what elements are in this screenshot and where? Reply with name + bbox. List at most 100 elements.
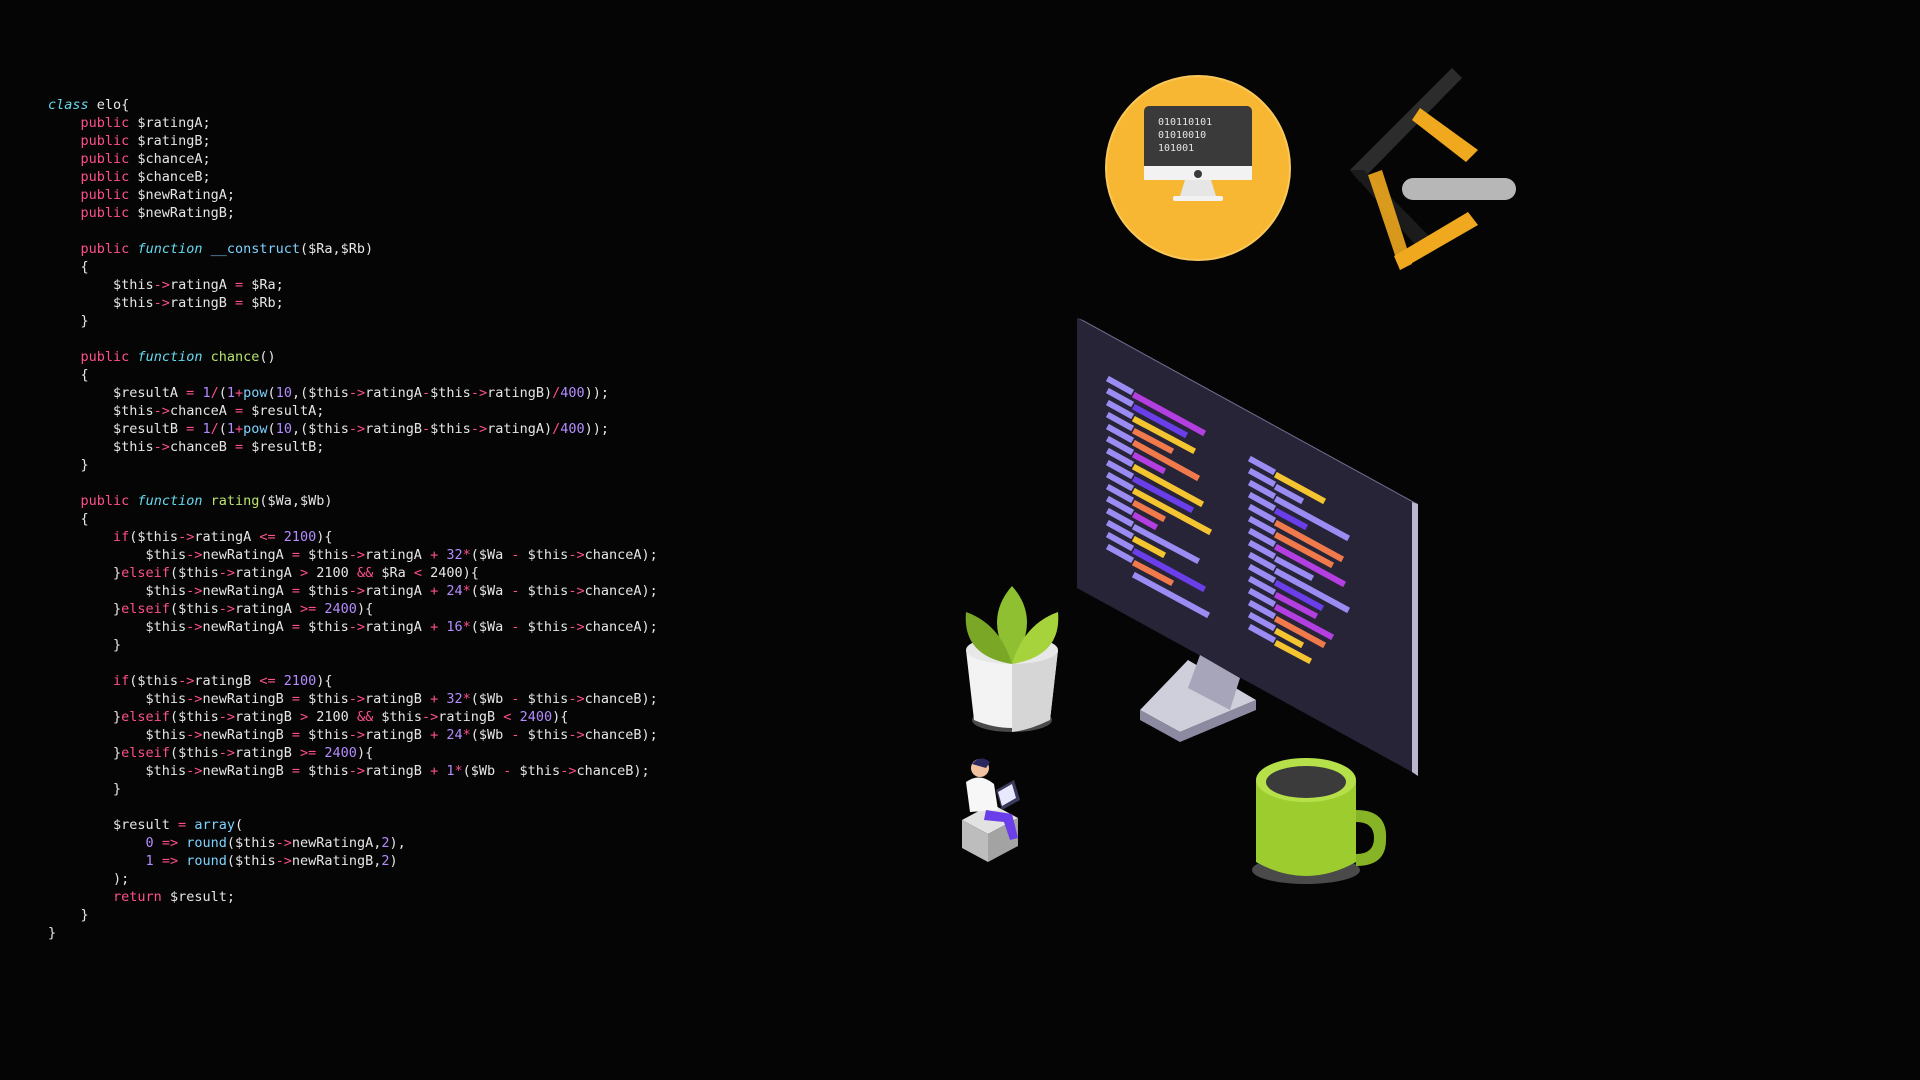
code-token: ){	[356, 745, 374, 761]
code-line: {	[48, 510, 658, 528]
code-token: ->	[560, 763, 577, 779]
code-token: ->	[186, 763, 203, 779]
code-line: {	[48, 258, 658, 276]
code-token: ratingA	[365, 547, 431, 563]
code-token: ($this	[169, 601, 219, 617]
code-token: (	[267, 421, 276, 437]
code-token: ($this	[226, 853, 276, 869]
code-token: ->	[348, 385, 366, 401]
code-token: function	[137, 349, 203, 365]
code-token: ->	[348, 421, 366, 437]
code-token: chanceA);	[584, 547, 658, 563]
code-token: ->	[218, 601, 235, 617]
code-token: $this	[48, 439, 154, 455]
code-token: =	[234, 277, 244, 293]
code-token: {	[48, 259, 89, 275]
code-token: round	[186, 835, 227, 851]
code-token: ->	[568, 619, 585, 635]
code-line: $this->newRatingA = $this->ratingA + 32*…	[48, 546, 658, 564]
code-token: $this	[511, 763, 561, 779]
code-token: ($Ra,$Rb)	[300, 241, 374, 257]
code-token: ->	[348, 691, 366, 707]
code-token: }	[48, 925, 57, 941]
code-token: ->	[153, 403, 170, 419]
brand-logo-icon	[1350, 68, 1516, 270]
plant-icon	[965, 586, 1059, 732]
illustration: 010110101 01010010 101001	[900, 20, 1600, 920]
code-token: 32	[446, 691, 463, 707]
code-token: ->	[153, 277, 170, 293]
code-token: ,($this	[291, 421, 349, 437]
code-line: $resultA = 1/(1+pow(10,($this->ratingA-$…	[48, 384, 658, 402]
code-token: {	[48, 367, 89, 383]
code-token: 400	[560, 421, 585, 437]
code-line: $this->chanceB = $resultB;	[48, 438, 658, 456]
code-token: 2100	[308, 565, 357, 581]
code-token: ($Wb	[470, 691, 512, 707]
code-token: =	[291, 547, 300, 563]
code-token: ratingA	[365, 385, 423, 401]
code-token: ->	[568, 583, 585, 599]
code-token: $this	[48, 619, 187, 635]
code-token: =	[234, 295, 244, 311]
monitor-illustration	[1077, 318, 1418, 776]
code-token: ratingB	[438, 709, 504, 725]
code-token: ){	[316, 529, 333, 545]
code-token: ->	[218, 709, 235, 725]
code-token: public	[80, 205, 130, 221]
code-token: 2400	[324, 745, 357, 761]
code-token: public	[80, 133, 130, 149]
code-token: =	[178, 817, 187, 833]
code-token: ratingB	[365, 727, 431, 743]
code-token: chance	[210, 349, 260, 365]
code-token: );	[48, 871, 130, 887]
code-token: $Rb;	[243, 295, 284, 311]
code-token: newRatingA	[202, 583, 292, 599]
code-line: }elseif($this->ratingB > 2100 && $this->…	[48, 708, 658, 726]
code-token: ->	[275, 835, 292, 851]
code-token: -	[511, 691, 520, 707]
code-token: ->	[348, 619, 366, 635]
code-line: $this->ratingB = $Rb;	[48, 294, 658, 312]
code-line: public $ratingB;	[48, 132, 658, 150]
code-token: elseif	[121, 565, 170, 581]
code-token: $this	[48, 295, 154, 311]
code-token: $this	[299, 547, 349, 563]
code-line: if($this->ratingB <= 2100){	[48, 672, 658, 690]
code-token: $Ra	[373, 565, 414, 581]
code-token: ->	[186, 691, 203, 707]
code-token: ){	[552, 709, 569, 725]
code-token: ->	[568, 691, 585, 707]
code-token: ratingB)	[487, 385, 553, 401]
code-token: 400	[560, 385, 585, 401]
code-line: class elo{	[48, 96, 658, 114]
code-line: 0 => round($this->newRatingA,2),	[48, 834, 658, 852]
code-token: $this	[299, 583, 349, 599]
code-token: }	[48, 745, 122, 761]
code-token: $this	[519, 547, 569, 563]
code-token: =>	[161, 835, 179, 851]
code-token: $ratingB;	[129, 133, 211, 149]
code-token: (	[234, 817, 244, 833]
code-token: $Ra;	[243, 277, 284, 293]
illustration-svg: 010110101 01010010 101001	[962, 68, 1516, 884]
code-token: $this	[519, 691, 569, 707]
code-token: rating	[210, 493, 260, 509]
code-token: 24	[446, 583, 463, 599]
mug-icon	[1252, 758, 1387, 884]
code-token: $this	[299, 727, 349, 743]
code-token: newRatingA,	[291, 835, 382, 851]
code-token: ->	[178, 529, 195, 545]
code-token: (	[267, 385, 276, 401]
code-line: public function chance()	[48, 348, 658, 366]
code-token: $result;	[161, 889, 235, 905]
code-token: class	[48, 97, 89, 113]
code-token: if	[113, 529, 130, 545]
code-token: chanceB);	[584, 727, 658, 743]
